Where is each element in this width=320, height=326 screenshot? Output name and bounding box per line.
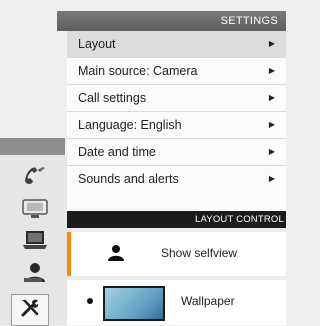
chevron-right-icon: ▶ bbox=[268, 66, 275, 75]
option-show-selfview[interactable]: Show selfview bbox=[67, 232, 286, 276]
tools-icon bbox=[19, 297, 41, 324]
sidebar-top-bar bbox=[0, 138, 65, 155]
option-wallpaper[interactable]: Wallpaper bbox=[67, 280, 286, 325]
menu-item-label: Sounds and alerts bbox=[78, 172, 179, 186]
settings-header: SETTINGS bbox=[57, 11, 286, 31]
selection-indicator bbox=[67, 232, 71, 276]
sidebar-item-settings[interactable] bbox=[11, 294, 49, 326]
menu-item-label: Layout bbox=[78, 37, 116, 51]
wallpaper-thumbnail bbox=[103, 286, 165, 321]
menu-item-label: Main source: Camera bbox=[78, 64, 198, 78]
settings-menu: Layout ▶ Main source: Camera ▶ Call sett… bbox=[67, 31, 286, 211]
person-icon bbox=[107, 244, 125, 267]
layout-control-header: LAYOUT CONTROL bbox=[67, 211, 286, 228]
option-label: Wallpaper bbox=[181, 294, 235, 308]
radio-selected-icon bbox=[87, 298, 93, 304]
laptop-icon bbox=[20, 228, 50, 257]
sidebar-item-laptop[interactable] bbox=[12, 227, 58, 257]
settings-title: SETTINGS bbox=[220, 15, 278, 27]
layout-control-panel: LAYOUT CONTROL Show selfview Wallpaper bbox=[67, 211, 286, 325]
menu-item-label: Date and time bbox=[78, 145, 156, 159]
sidebar-item-contacts[interactable] bbox=[12, 259, 58, 289]
chevron-right-icon: ▶ bbox=[268, 174, 275, 183]
menu-item-call-settings[interactable]: Call settings ▶ bbox=[67, 85, 286, 112]
layout-control-title: LAYOUT CONTROL bbox=[194, 214, 284, 225]
chevron-right-icon: ▶ bbox=[268, 120, 275, 129]
presentation-screen-icon bbox=[20, 196, 50, 225]
sidebar bbox=[0, 155, 69, 326]
menu-item-layout[interactable]: Layout ▶ bbox=[67, 31, 286, 58]
sidebar-item-call[interactable] bbox=[12, 163, 58, 193]
handset-icon bbox=[21, 165, 49, 192]
menu-item-label: Language: English bbox=[78, 118, 182, 132]
chevron-right-icon: ▶ bbox=[268, 39, 275, 48]
option-label: Show selfview bbox=[161, 246, 238, 260]
chevron-right-icon: ▶ bbox=[268, 93, 275, 102]
menu-item-label: Call settings bbox=[78, 91, 147, 105]
sidebar-item-presentation[interactable] bbox=[12, 195, 58, 225]
menu-item-sounds-alerts[interactable]: Sounds and alerts ▶ bbox=[67, 166, 286, 192]
menu-item-main-source[interactable]: Main source: Camera ▶ bbox=[67, 58, 286, 85]
chevron-right-icon: ▶ bbox=[268, 147, 275, 156]
menu-item-date-time[interactable]: Date and time ▶ bbox=[67, 139, 286, 166]
menu-item-language[interactable]: Language: English ▶ bbox=[67, 112, 286, 139]
contacts-person-icon bbox=[20, 260, 50, 289]
